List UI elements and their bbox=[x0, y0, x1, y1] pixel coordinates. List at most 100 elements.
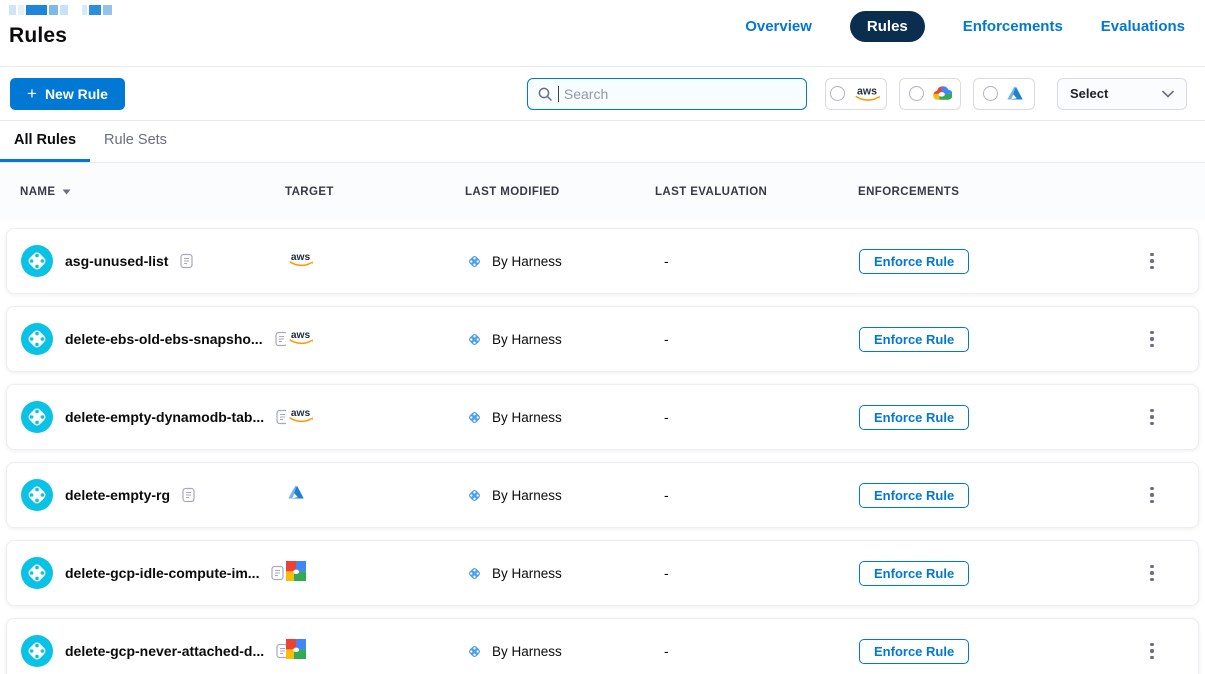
target-cell: aws bbox=[286, 639, 466, 664]
enforcements-cell: Enforce Rule bbox=[859, 561, 1144, 586]
last-modified-cell: By Harness bbox=[466, 253, 656, 270]
last-evaluation-cell: - bbox=[656, 643, 859, 659]
last-modified-text: By Harness bbox=[492, 410, 562, 425]
svg-text:aws: aws bbox=[291, 407, 311, 418]
target-cell: aws bbox=[286, 483, 466, 508]
target-cell: aws bbox=[286, 561, 466, 586]
harness-logo-icon bbox=[466, 643, 483, 660]
gcp-radio[interactable] bbox=[909, 86, 924, 101]
last-modified-cell: By Harness bbox=[466, 487, 656, 504]
last-modified-text: By Harness bbox=[492, 566, 562, 581]
copy-icon[interactable] bbox=[276, 409, 286, 425]
page-header: Rules Overview Rules Enforcements Evalua… bbox=[0, 0, 1205, 66]
harness-logo-icon bbox=[466, 487, 483, 504]
top-navigation: Overview Rules Enforcements Evaluations bbox=[745, 11, 1185, 42]
gcp-logo-icon bbox=[286, 639, 306, 664]
rule-name[interactable]: delete-empty-dynamodb-tab... bbox=[65, 409, 264, 425]
nav-evaluations[interactable]: Evaluations bbox=[1101, 18, 1185, 35]
tab-all-rules[interactable]: All Rules bbox=[0, 121, 90, 162]
new-rule-button[interactable]: + New Rule bbox=[10, 78, 125, 110]
enforce-rule-button[interactable]: Enforce Rule bbox=[859, 639, 969, 664]
text-cursor bbox=[558, 86, 559, 102]
aws-logo-icon: aws bbox=[286, 406, 315, 429]
last-evaluation-cell: - bbox=[656, 331, 859, 347]
nav-overview[interactable]: Overview bbox=[745, 18, 812, 35]
table-row[interactable]: asg-unused-list aws bbox=[6, 228, 1199, 294]
enforce-rule-button[interactable]: Enforce Rule bbox=[859, 405, 969, 430]
copy-icon[interactable] bbox=[275, 331, 286, 347]
column-name[interactable]: NAME bbox=[20, 186, 285, 198]
enforcements-cell: Enforce Rule bbox=[859, 327, 1144, 352]
table-row[interactable]: delete-empty-rg aws bbox=[6, 462, 1199, 528]
column-last-evaluation: LAST EVALUATION bbox=[655, 186, 858, 198]
last-modified-cell: By Harness bbox=[466, 331, 656, 348]
tab-rule-sets[interactable]: Rule Sets bbox=[90, 121, 181, 162]
aws-radio[interactable] bbox=[830, 86, 845, 101]
azure-radio[interactable] bbox=[983, 86, 998, 101]
select-dropdown[interactable]: Select bbox=[1057, 78, 1187, 110]
table-row[interactable]: delete-gcp-never-attached-d... aws bbox=[6, 618, 1199, 674]
rule-name[interactable]: asg-unused-list bbox=[65, 253, 168, 269]
row-menu-icon[interactable] bbox=[1144, 483, 1160, 507]
table-row[interactable]: delete-ebs-old-ebs-snapsho... aws bbox=[6, 306, 1199, 372]
table-row[interactable]: delete-empty-dynamodb-tab... aws bbox=[6, 384, 1199, 450]
rule-avatar-icon bbox=[21, 557, 53, 589]
aws-logo-icon: aws bbox=[286, 328, 315, 351]
rule-name[interactable]: delete-ebs-old-ebs-snapsho... bbox=[65, 331, 263, 347]
row-menu-icon[interactable] bbox=[1144, 561, 1160, 585]
enforce-rule-button[interactable]: Enforce Rule bbox=[859, 561, 969, 586]
enforce-rule-button[interactable]: Enforce Rule bbox=[859, 249, 969, 274]
svg-text:aws: aws bbox=[291, 251, 311, 262]
search-icon bbox=[537, 86, 553, 102]
filter-aws[interactable]: aws bbox=[825, 78, 887, 110]
gcp-logo-icon bbox=[286, 561, 306, 586]
last-evaluation-cell: - bbox=[656, 253, 859, 269]
sort-caret-icon[interactable] bbox=[62, 189, 71, 195]
rule-avatar-icon bbox=[21, 479, 53, 511]
rule-avatar-icon bbox=[21, 323, 53, 355]
last-evaluation-cell: - bbox=[656, 487, 859, 503]
rule-name[interactable]: delete-gcp-never-attached-d... bbox=[65, 643, 264, 659]
rule-avatar-icon bbox=[21, 635, 53, 667]
enforce-rule-button[interactable]: Enforce Rule bbox=[859, 483, 969, 508]
rule-name-cell: asg-unused-list bbox=[21, 245, 286, 277]
row-menu-icon[interactable] bbox=[1144, 405, 1160, 429]
nav-enforcements[interactable]: Enforcements bbox=[963, 18, 1063, 35]
search-box[interactable] bbox=[527, 78, 807, 110]
copy-icon[interactable] bbox=[276, 643, 286, 659]
column-last-modified: LAST MODIFIED bbox=[465, 186, 655, 198]
enforce-rule-button[interactable]: Enforce Rule bbox=[859, 327, 969, 352]
enforcements-cell: Enforce Rule bbox=[859, 639, 1144, 664]
rule-name[interactable]: delete-empty-rg bbox=[65, 487, 170, 503]
search-input[interactable] bbox=[564, 86, 797, 102]
copy-icon[interactable] bbox=[180, 253, 193, 269]
filter-gcp[interactable] bbox=[899, 78, 961, 110]
harness-logo-icon bbox=[466, 409, 483, 426]
row-menu-icon[interactable] bbox=[1144, 249, 1160, 273]
copy-icon[interactable] bbox=[271, 565, 284, 581]
filter-azure[interactable] bbox=[973, 78, 1035, 110]
rule-name[interactable]: delete-gcp-idle-compute-im... bbox=[65, 565, 259, 581]
last-evaluation-cell: - bbox=[656, 565, 859, 581]
column-target: TARGET bbox=[285, 186, 465, 198]
enforcements-cell: Enforce Rule bbox=[859, 405, 1144, 430]
harness-logo-icon bbox=[466, 331, 483, 348]
copy-icon[interactable] bbox=[182, 487, 195, 503]
target-cell: aws bbox=[286, 250, 466, 273]
rule-name-cell: delete-empty-rg bbox=[21, 479, 286, 511]
breadcrumb bbox=[9, 5, 112, 15]
harness-logo-icon bbox=[466, 565, 483, 582]
enforcements-cell: Enforce Rule bbox=[859, 483, 1144, 508]
gcp-logo-icon bbox=[931, 83, 952, 104]
row-menu-icon[interactable] bbox=[1144, 639, 1160, 663]
last-modified-text: By Harness bbox=[492, 332, 562, 347]
azure-logo-icon bbox=[286, 483, 306, 508]
rule-name-cell: delete-empty-dynamodb-tab... bbox=[21, 401, 286, 433]
nav-rules[interactable]: Rules bbox=[850, 11, 925, 42]
row-menu-icon[interactable] bbox=[1144, 327, 1160, 351]
azure-logo-icon bbox=[1005, 84, 1025, 104]
last-modified-text: By Harness bbox=[492, 488, 562, 503]
plus-icon: + bbox=[27, 87, 37, 101]
target-cell: aws bbox=[286, 406, 466, 429]
table-row[interactable]: delete-gcp-idle-compute-im... aws bbox=[6, 540, 1199, 606]
